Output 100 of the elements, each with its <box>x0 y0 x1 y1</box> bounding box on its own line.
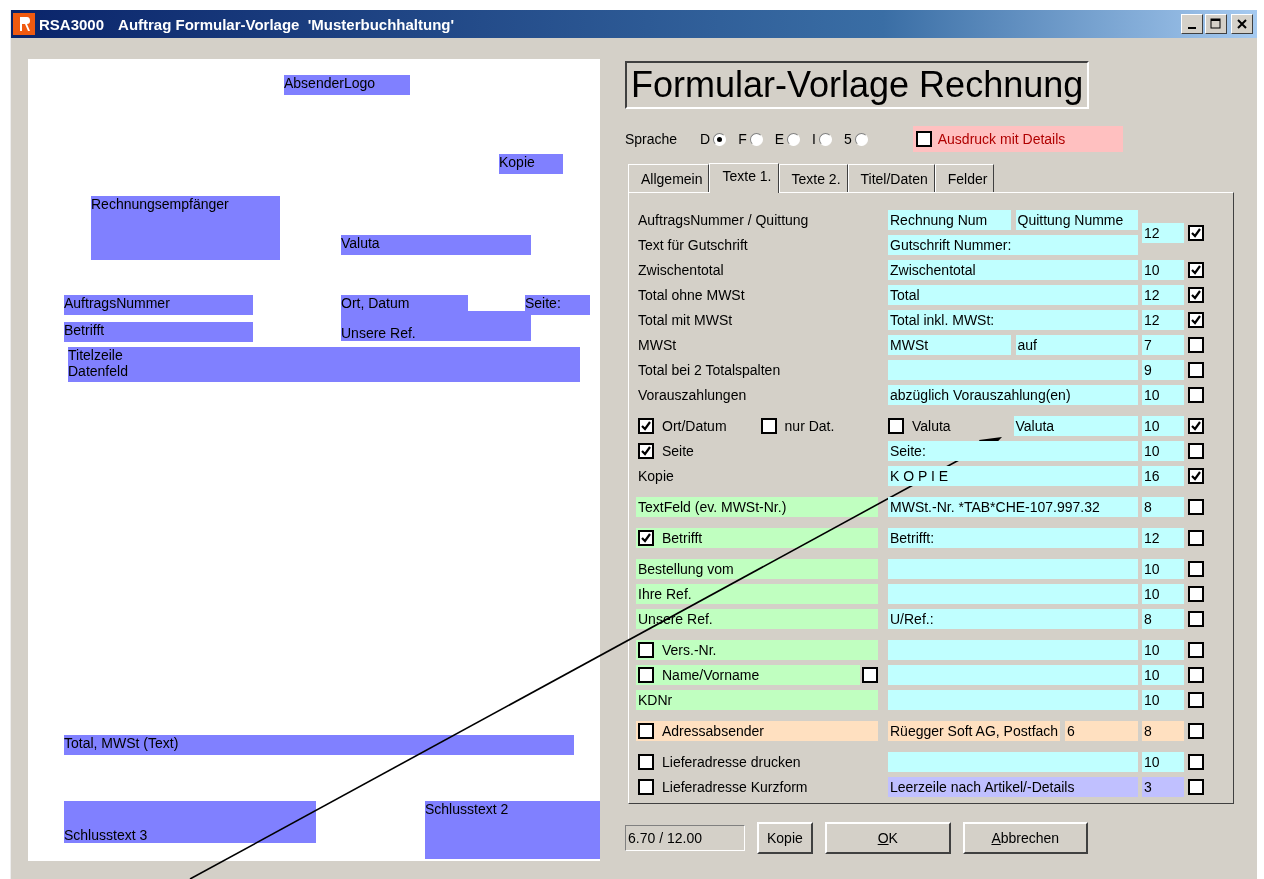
size-field[interactable]: 3 <box>1142 777 1184 797</box>
text-field[interactable] <box>888 752 1138 772</box>
radio-button[interactable]: F <box>738 131 763 147</box>
checkbox[interactable] <box>1188 499 1204 515</box>
text-field[interactable]: Total <box>888 285 1138 305</box>
checkbox[interactable] <box>888 418 904 434</box>
checkbox[interactable] <box>1188 287 1204 303</box>
text-field[interactable]: abzüglich Vorauszahlung(en) <box>888 385 1138 405</box>
close-button[interactable] <box>1231 14 1253 34</box>
checkbox[interactable] <box>1188 530 1204 546</box>
layout-field[interactable]: Total, MWSt (Text) <box>64 735 574 755</box>
size-field[interactable]: 8 <box>1142 609 1184 629</box>
checkbox[interactable] <box>638 779 654 795</box>
size-field[interactable]: 12 <box>1142 310 1184 330</box>
checkbox[interactable] <box>1188 443 1204 459</box>
layout-field[interactable]: Valuta <box>341 235 531 255</box>
size-field[interactable]: 10 <box>1142 416 1184 436</box>
text-field[interactable]: Rechnung Num <box>888 210 1011 230</box>
text-field[interactable]: Leerzeile nach Artikel/-Details <box>888 777 1138 797</box>
checkbox[interactable] <box>1188 224 1204 241</box>
layout-field[interactable]: Seite: <box>525 295 590 315</box>
tab[interactable]: Titel/Daten <box>847 164 935 192</box>
size-field[interactable]: 10 <box>1142 640 1184 660</box>
size-field[interactable]: 16 <box>1142 466 1184 486</box>
text-field[interactable]: Quittung Numme <box>1015 210 1138 230</box>
checkbox[interactable] <box>638 418 654 434</box>
checkbox[interactable] <box>638 530 654 546</box>
layout-field[interactable]: AuftragsNummer <box>64 295 253 315</box>
size-field[interactable]: 10 <box>1142 584 1184 604</box>
checkbox[interactable] <box>1188 337 1204 353</box>
checkbox[interactable] <box>1188 611 1204 627</box>
text-field[interactable]: U/Ref.: <box>888 609 1138 629</box>
tab[interactable]: Felder <box>934 164 995 192</box>
size-field[interactable]: 10 <box>1142 690 1184 710</box>
text-field[interactable]: Gutschrift Nummer: <box>888 235 1138 255</box>
text-field[interactable] <box>888 360 1138 380</box>
maximize-button[interactable] <box>1205 14 1227 34</box>
dialog-button[interactable]: Kopie <box>757 822 813 854</box>
text-field[interactable] <box>888 690 1138 710</box>
text-field[interactable]: 6 <box>1065 721 1138 741</box>
size-field[interactable]: 7 <box>1142 335 1184 355</box>
text-field[interactable]: Valuta <box>1013 416 1138 436</box>
text-field[interactable] <box>888 640 1138 660</box>
checkbox[interactable] <box>1188 754 1204 770</box>
checkbox[interactable] <box>1188 692 1204 708</box>
size-field[interactable]: 10 <box>1142 441 1184 461</box>
layout-field[interactable]: Rechnungsempfänger <box>91 196 280 260</box>
text-field[interactable]: Seite: <box>888 441 1138 461</box>
checkbox[interactable] <box>1188 779 1204 795</box>
text-field[interactable] <box>888 584 1138 604</box>
layout-field[interactable]: Schlusstext 3 <box>64 801 316 843</box>
layout-field[interactable]: Kopie <box>499 154 563 174</box>
checkbox[interactable] <box>638 667 654 683</box>
size-field[interactable]: 10 <box>1142 752 1184 772</box>
size-field[interactable]: 9 <box>1142 360 1184 380</box>
text-field[interactable]: auf <box>1015 335 1138 355</box>
checkbox[interactable] <box>638 723 654 739</box>
checkbox[interactable] <box>1188 312 1204 328</box>
text-field[interactable]: Total inkl. MWSt: <box>888 310 1138 330</box>
text-field[interactable]: MWSt <box>888 335 1011 355</box>
layout-field[interactable]: Unsere Ref. <box>341 311 531 341</box>
radio-button[interactable]: D <box>700 131 727 147</box>
checkbox[interactable] <box>1188 667 1204 683</box>
layout-field[interactable]: Ort, Datum <box>341 295 468 311</box>
size-field[interactable]: 12 <box>1142 222 1184 243</box>
text-field[interactable]: Rüegger Soft AG, Postfach <box>888 721 1061 741</box>
minimize-button[interactable] <box>1181 14 1203 34</box>
checkbox[interactable] <box>760 418 777 434</box>
text-field[interactable]: Zwischentotal <box>888 260 1138 280</box>
tab[interactable]: Texte 2. <box>778 164 848 192</box>
details-option[interactable]: Ausdruck mit Details <box>912 126 1123 152</box>
size-field[interactable]: 10 <box>1142 260 1184 280</box>
checkbox[interactable] <box>1188 723 1204 739</box>
text-field[interactable]: K O P I E <box>888 466 1138 486</box>
dialog-button[interactable]: OK <box>824 822 951 854</box>
size-field[interactable]: 10 <box>1142 665 1184 685</box>
checkbox[interactable] <box>1188 642 1204 658</box>
checkbox[interactable] <box>1188 362 1204 378</box>
size-field[interactable]: 12 <box>1142 285 1184 305</box>
layout-field[interactable]: Schlusstext 2 <box>425 801 600 859</box>
radio-button[interactable]: E <box>774 131 801 147</box>
layout-field[interactable]: Betrifft <box>64 322 253 342</box>
checkbox[interactable] <box>638 754 654 770</box>
checkbox[interactable] <box>638 443 654 459</box>
size-field[interactable]: 10 <box>1142 559 1184 579</box>
checkbox[interactable] <box>1188 418 1204 434</box>
checkbox[interactable] <box>1188 561 1204 577</box>
dialog-button[interactable]: Abbrechen <box>962 822 1088 854</box>
size-field[interactable]: 12 <box>1142 528 1184 548</box>
checkbox[interactable] <box>1188 468 1204 484</box>
tab[interactable]: Texte 1. <box>709 163 779 193</box>
checkbox[interactable] <box>1188 586 1204 602</box>
size-field[interactable]: 10 <box>1142 385 1184 405</box>
size-field[interactable]: 8 <box>1142 721 1184 741</box>
checkbox[interactable] <box>638 642 654 658</box>
checkbox[interactable] <box>1188 262 1204 278</box>
text-field[interactable]: Betrifft: <box>888 528 1138 548</box>
text-field[interactable]: MWSt.-Nr. *TAB*CHE-107.997.32 <box>888 497 1138 517</box>
text-field[interactable] <box>888 665 1138 685</box>
checkbox[interactable] <box>1188 387 1204 403</box>
